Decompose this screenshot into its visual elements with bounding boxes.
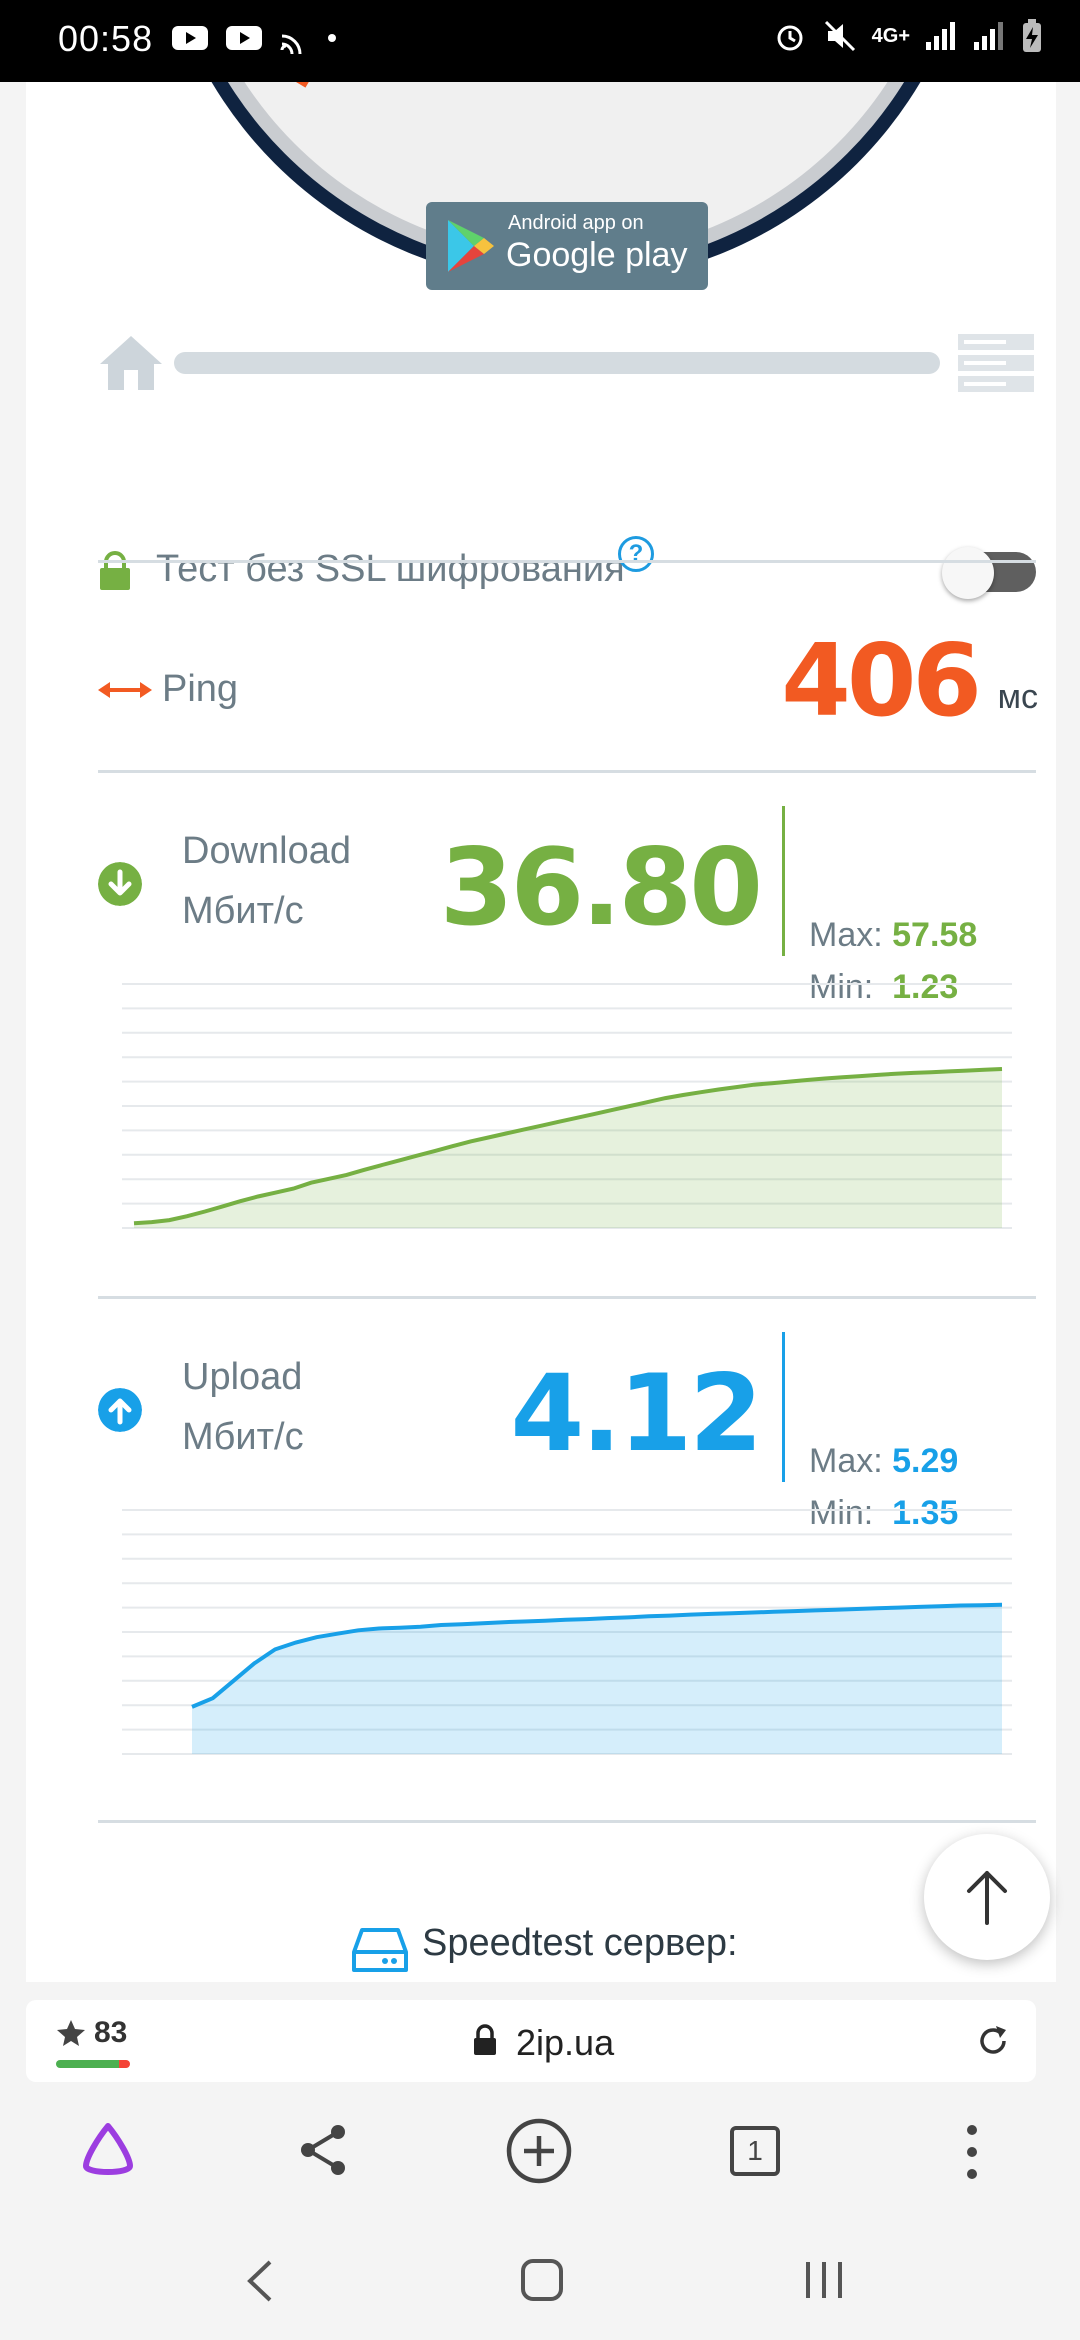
divider bbox=[98, 1820, 1036, 1823]
test-progress bbox=[96, 330, 1036, 400]
youtube-icon bbox=[172, 26, 208, 50]
download-chart bbox=[122, 978, 1012, 1238]
mute-icon bbox=[824, 20, 855, 52]
progress-track bbox=[174, 352, 940, 374]
web-page: Android app on Google play Тест без SSL … bbox=[0, 82, 1080, 1982]
upload-chart-svg bbox=[122, 1509, 1012, 1755]
alarm-icon bbox=[777, 25, 803, 51]
upload-max-label: Max: bbox=[809, 1442, 883, 1480]
ssl-setting-row: Тест без SSL шифрования ? bbox=[98, 530, 1038, 610]
download-max-label: Max: bbox=[809, 916, 883, 954]
cast-icon bbox=[280, 34, 302, 54]
ssl-label: Тест без SSL шифрования bbox=[156, 548, 625, 590]
back-icon[interactable] bbox=[244, 2258, 274, 2304]
share-icon[interactable] bbox=[296, 2122, 350, 2178]
secure-lock-icon bbox=[474, 2024, 496, 2055]
home-nav-icon[interactable] bbox=[520, 2258, 564, 2302]
download-arrow-icon bbox=[98, 862, 142, 906]
upload-separator bbox=[782, 1332, 785, 1482]
tabs-button[interactable]: 1 bbox=[730, 2126, 780, 2176]
scroll-to-top-button[interactable] bbox=[924, 1834, 1050, 1960]
site-rating[interactable]: 83 bbox=[94, 2016, 127, 2050]
download-max: Max: 57.58 bbox=[809, 916, 977, 955]
download-row: Download Мбит/с 36.80 Max: 57.58 Min: 1.… bbox=[98, 806, 1038, 1006]
google-play-icon bbox=[448, 220, 494, 272]
ssl-help-icon[interactable]: ? bbox=[618, 536, 654, 572]
hard-drive-icon bbox=[352, 1928, 408, 1972]
play-badge-line2: Google play bbox=[506, 236, 688, 274]
google-play-badge[interactable]: Android app on Google play bbox=[426, 202, 708, 290]
lock-icon bbox=[100, 551, 130, 590]
reload-icon[interactable] bbox=[974, 2022, 1012, 2060]
chart-area bbox=[192, 1604, 1002, 1754]
download-unit: Мбит/с bbox=[182, 890, 304, 932]
status-bar: 00:58 4G+ bbox=[0, 0, 1080, 82]
upload-row: Upload Мбит/с 4.12 Max: 5.29 Min: 1.35 bbox=[98, 1332, 1038, 1532]
ssl-toggle[interactable] bbox=[942, 547, 1036, 599]
alice-assistant-icon[interactable] bbox=[76, 2118, 140, 2182]
status-time: 00:58 bbox=[58, 18, 154, 59]
arrow-up-icon bbox=[967, 1871, 1007, 1925]
home-icon bbox=[100, 336, 162, 390]
youtube-icon bbox=[226, 26, 262, 50]
network-type: 4G+ bbox=[871, 24, 910, 47]
speedtest-server-text: Speedtest сервер: bbox=[422, 1922, 738, 1964]
rating-bar bbox=[56, 2060, 130, 2068]
recent-apps-icon[interactable] bbox=[802, 2260, 846, 2300]
status-notification-icons bbox=[170, 22, 340, 54]
download-separator bbox=[782, 806, 785, 956]
download-value: 36.80 bbox=[439, 826, 763, 949]
url-text[interactable]: 2ip.ua bbox=[516, 2022, 614, 2064]
signal-icon bbox=[926, 22, 955, 50]
ping-arrows-icon bbox=[98, 682, 152, 698]
upload-arrow-icon bbox=[98, 1388, 142, 1432]
server-icon bbox=[958, 334, 1034, 392]
toggle-knob bbox=[942, 547, 994, 599]
new-tab-icon[interactable] bbox=[504, 2116, 574, 2186]
star-icon bbox=[57, 2020, 85, 2046]
chart-area bbox=[134, 1069, 1002, 1228]
upload-unit: Мбит/с bbox=[182, 1416, 304, 1458]
ping-label: Ping bbox=[162, 668, 239, 710]
more-menu-icon[interactable] bbox=[960, 2122, 984, 2182]
divider bbox=[98, 560, 1036, 563]
divider bbox=[98, 1296, 1036, 1299]
download-label: Download bbox=[182, 830, 351, 872]
upload-max: Max: 5.29 bbox=[809, 1442, 958, 1481]
download-max-value: 57.58 bbox=[892, 916, 978, 954]
browser-toolbar: 1 bbox=[0, 2088, 1080, 2218]
download-chart-svg bbox=[122, 983, 1012, 1229]
upload-chart bbox=[122, 1504, 1012, 1764]
play-badge-line1: Android app on bbox=[508, 212, 644, 234]
status-system-icons: 4G+ bbox=[772, 18, 1044, 54]
ping-row: Ping 406 мс bbox=[98, 602, 1038, 739]
divider bbox=[98, 770, 1036, 773]
dot-icon bbox=[328, 34, 336, 42]
battery-charging-icon bbox=[1023, 19, 1041, 52]
address-bar: 83 2ip.ua bbox=[0, 1982, 1080, 2088]
system-nav-bar bbox=[0, 2218, 1080, 2340]
upload-label: Upload bbox=[182, 1356, 303, 1398]
signal-icon bbox=[974, 22, 1003, 50]
upload-value: 4.12 bbox=[510, 1352, 763, 1475]
upload-max-value: 5.29 bbox=[892, 1442, 959, 1480]
speedtest-card: Android app on Google play Тест без SSL … bbox=[26, 82, 1056, 1982]
ping-unit: мс bbox=[997, 678, 1038, 716]
ping-value: 406 bbox=[781, 622, 982, 739]
